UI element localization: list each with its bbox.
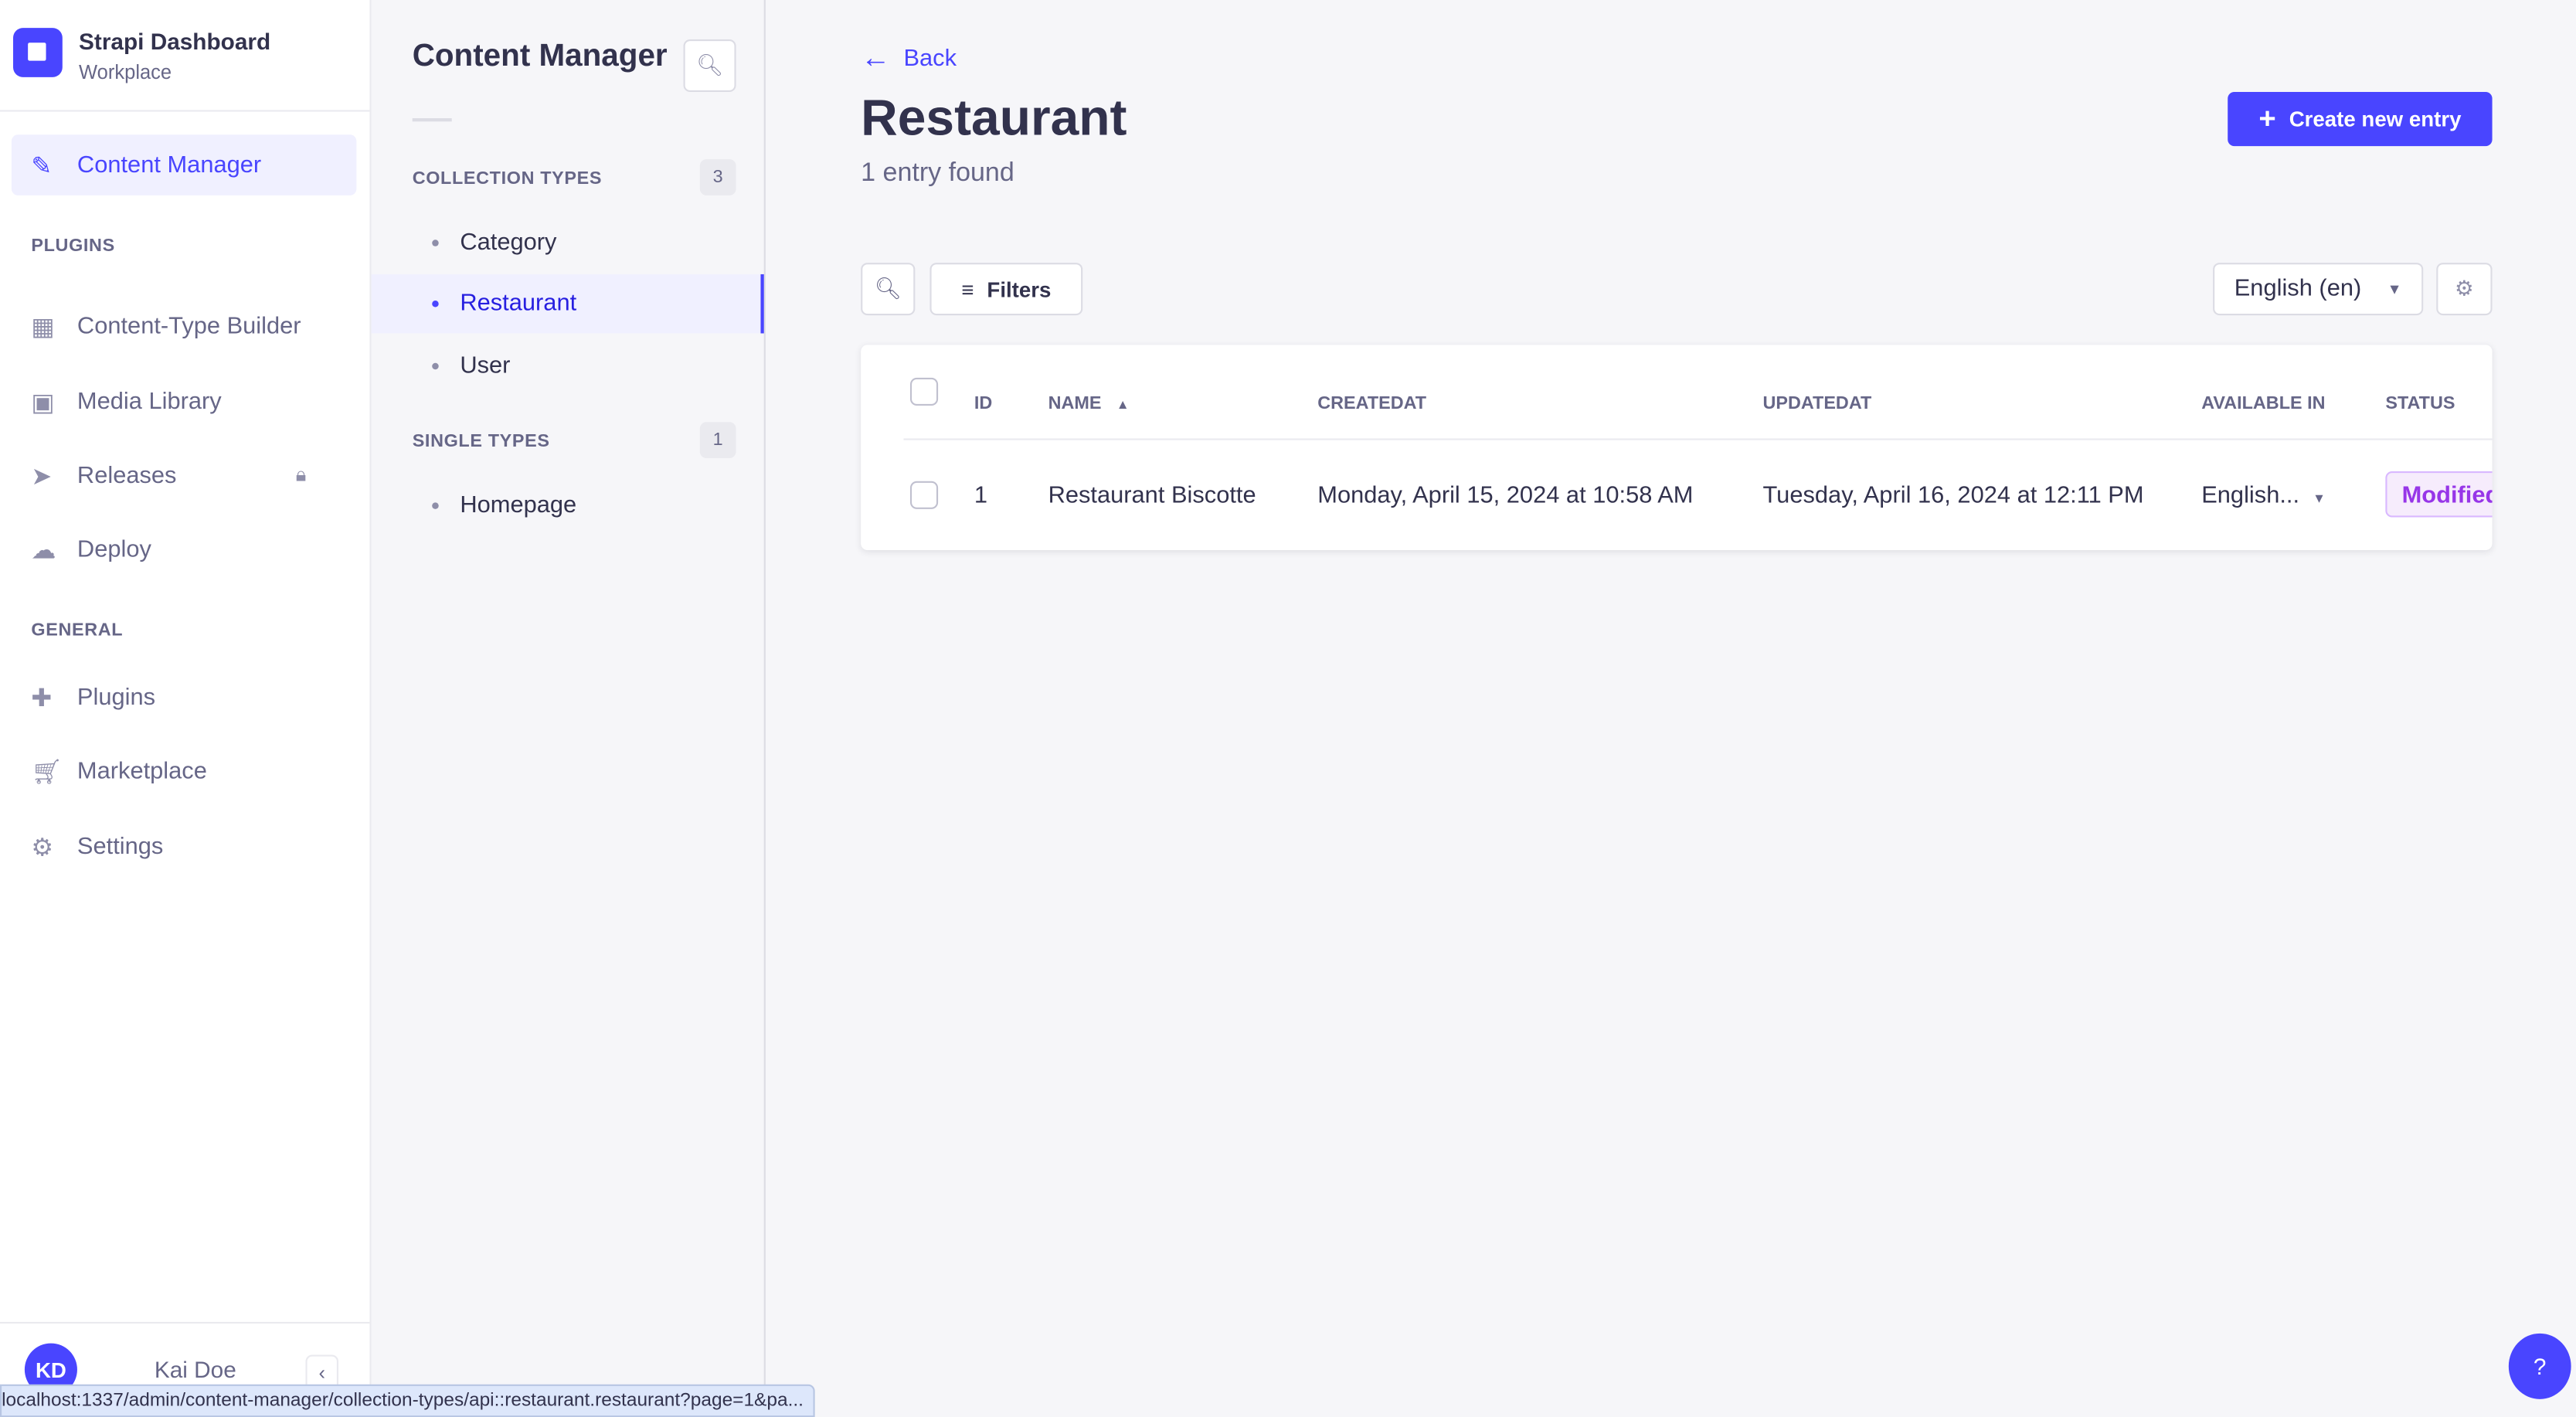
nav-item-media-library[interactable]: ▣ Media Library [12, 371, 357, 432]
subnav-link-homepage[interactable]: Homepage [372, 476, 764, 535]
nav-item-content-type-builder[interactable]: ▦ Content-Type Builder [12, 296, 357, 357]
sort-asc-icon: ▲ [1116, 397, 1130, 413]
column-header-id[interactable]: ID [974, 394, 992, 414]
cell-createdat: Monday, April 15, 2024 at 10:58 AM [1317, 482, 1694, 509]
locale-select[interactable]: English (en) ▼ [2213, 263, 2424, 316]
arrow-left-icon: ← [861, 41, 891, 74]
subnav-link-restaurant[interactable]: Restaurant [371, 274, 764, 334]
divider [0, 1321, 370, 1324]
bullet [432, 502, 439, 509]
list-settings-button[interactable]: ⚙ [2436, 263, 2493, 316]
layout-icon: ▦ [31, 312, 55, 342]
filters-button[interactable]: ≡ Filters [929, 263, 1083, 316]
search-icon: 🔍︎ [874, 276, 902, 301]
locale-value: English (en) [2234, 276, 2362, 303]
paper-plane-icon: ➤ [31, 462, 53, 491]
button-label: Create new entry [2289, 107, 2462, 132]
button-label: Filters [987, 277, 1052, 302]
available-in-dropdown[interactable]: English... ▼ [2201, 483, 2326, 509]
column-header-name[interactable]: NAME ▲ [1048, 394, 1130, 414]
gear-icon: ⚙ [31, 833, 54, 861]
nav-item-settings[interactable]: ⚙ Settings [12, 816, 357, 877]
select-all-checkbox[interactable] [909, 377, 939, 406]
entries-table: ID NAME ▲ CREATEDAT UPDATEDAT AVAILABLE … [861, 345, 2493, 551]
page-title: Restaurant [861, 88, 1127, 147]
entry-count: 1 entry found [861, 159, 1014, 188]
filter-icon: ≡ [961, 277, 974, 302]
image-icon: ▣ [31, 388, 55, 416]
bullet [432, 240, 439, 246]
link-label: Homepage [460, 492, 577, 519]
nav-label: Media Library [76, 388, 222, 415]
content-manager-subnav: Content Manager 🔍︎ COLLECTION TYPES 3 Ca… [371, 0, 766, 1414]
nav-item-marketplace[interactable]: 🛒︎ Marketplace [12, 741, 357, 802]
column-header-status[interactable]: STATUS [2385, 394, 2455, 414]
main-nav: Strapi Dashboard Workplace ✎ Content Mana… [0, 0, 372, 1414]
nav-label: Content-Type Builder [76, 312, 301, 339]
bullet [432, 362, 439, 370]
user-name[interactable]: Kai Doe [155, 1357, 236, 1383]
link-label: User [460, 352, 511, 379]
nav-item-plugins[interactable]: ✚ Plugins [12, 667, 357, 728]
nav-label: Settings [76, 833, 164, 860]
collection-types-heading: COLLECTION TYPES [412, 168, 603, 189]
caret-down-icon: ▼ [2387, 280, 2402, 297]
nav-label: Marketplace [76, 757, 207, 784]
gear-icon: ⚙ [2455, 276, 2474, 301]
search-button[interactable]: 🔍︎ [861, 263, 916, 316]
nav-label: Content Manager [76, 151, 262, 178]
column-header-available-in[interactable]: AVAILABLE IN [2201, 394, 2325, 414]
column-header-createdat[interactable]: CREATEDAT [1317, 394, 1426, 414]
nav-label: Deploy [76, 535, 151, 562]
cart-icon: 🛒︎ [31, 757, 63, 787]
workspace-name: Workplace [79, 60, 172, 84]
divider [0, 110, 370, 112]
nav-label: Plugins [76, 684, 156, 711]
lock-icon: 🔒︎ [295, 463, 307, 487]
cell-id: 1 [974, 482, 988, 509]
caret-down-icon: ▼ [2313, 491, 2326, 506]
plugins-heading: PLUGINS [31, 236, 115, 257]
status-badge: Modified [2385, 471, 2493, 518]
available-value: English... [2201, 482, 2300, 509]
cell-name: Restaurant Biscotte [1048, 482, 1256, 509]
strapi-logo [13, 28, 63, 77]
create-new-entry-button[interactable]: + Create new entry [2228, 92, 2493, 147]
link-label: Restaurant [460, 291, 577, 318]
nav-item-content-manager[interactable]: ✎ Content Manager [11, 134, 357, 195]
puzzle-icon: ✚ [31, 684, 53, 712]
subnav-link-user[interactable]: User [372, 337, 764, 396]
nav-item-deploy[interactable]: ☁ Deploy [12, 519, 357, 580]
nav-label: Releases [76, 462, 177, 489]
bullet [432, 300, 439, 308]
general-heading: GENERAL [31, 620, 124, 641]
row-checkbox[interactable] [909, 481, 939, 509]
link-preview-statusbar: localhost:1337/admin/content-manager/col… [0, 1384, 815, 1417]
back-label: Back [903, 45, 957, 72]
help-button[interactable]: ? [2508, 1333, 2571, 1399]
chevron-left-icon: ‹ [318, 1361, 326, 1385]
search-icon: 🔍︎ [695, 53, 724, 77]
column-header-updatedat[interactable]: UPDATEDAT [1762, 394, 1871, 414]
divider [412, 118, 452, 122]
collection-count-badge: 3 [699, 159, 736, 195]
plus-icon: + [2258, 101, 2276, 135]
subnav-link-category[interactable]: Category [372, 213, 764, 273]
divider [903, 438, 2493, 440]
cell-updatedat: Tuesday, April 16, 2024 at 12:11 PM [1762, 482, 2144, 509]
single-count-badge: 1 [699, 422, 736, 458]
single-types-heading: SINGLE TYPES [412, 431, 550, 452]
app-title: Strapi Dashboard [79, 28, 271, 55]
link-label: Category [460, 229, 557, 257]
cloud-icon: ☁ [31, 535, 56, 565]
feather-icon: ✎ [31, 151, 53, 180]
subnav-search-button[interactable]: 🔍︎ [683, 39, 736, 93]
back-link[interactable]: ← Back [861, 41, 957, 76]
subnav-title: Content Manager [412, 39, 668, 74]
header-label: NAME [1048, 394, 1102, 414]
